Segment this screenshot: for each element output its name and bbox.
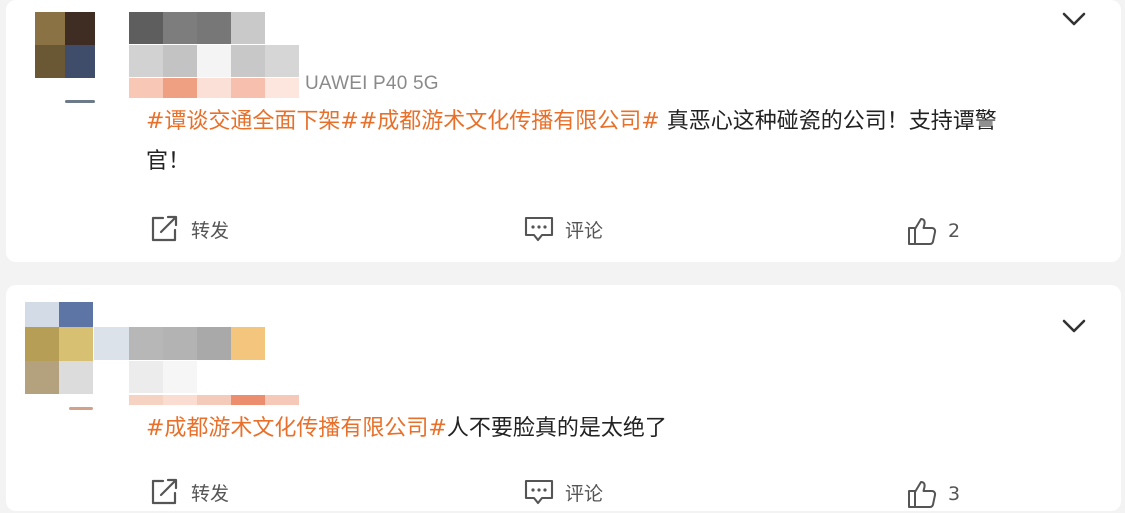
chevron-down-icon[interactable]	[1061, 317, 1087, 335]
username-blurred[interactable]	[129, 12, 309, 102]
repost-button[interactable]: 转发	[149, 477, 229, 507]
comment-card-1: UAWEI P40 5G #谭谈交通全面下架##成都游术文化传播有限公司# 真恶…	[6, 0, 1121, 262]
repost-button[interactable]: 转发	[149, 214, 229, 244]
comment-label: 评论	[565, 219, 604, 242]
thumb-up-icon	[908, 218, 937, 245]
comment-button[interactable]: 评论	[523, 214, 603, 244]
share-icon	[151, 215, 178, 242]
like-button[interactable]: 3	[906, 479, 960, 509]
thumb-up-icon	[908, 481, 937, 508]
like-count: 3	[948, 483, 961, 505]
username-blurred[interactable]	[94, 327, 304, 407]
comment-icon	[524, 216, 554, 242]
share-icon	[151, 478, 178, 505]
like-count: 2	[948, 220, 961, 242]
comment-body: #成都游术文化传播有限公司#人不要脸真的是太绝了	[146, 409, 1086, 449]
comment-icon	[524, 479, 554, 505]
avatar[interactable]	[25, 302, 100, 410]
repost-label: 转发	[191, 219, 230, 242]
device-label: UAWEI P40 5G	[305, 73, 439, 94]
topic-link[interactable]: #成都游术文化传播有限公司#	[359, 109, 660, 134]
repost-label: 转发	[191, 482, 230, 505]
comment-button[interactable]: 评论	[523, 477, 603, 507]
comment-text: 人不要脸真的是太绝了	[446, 416, 667, 441]
comment-body: #谭谈交通全面下架##成都游术文化传播有限公司# 真恶心这种碰瓷的公司！支持谭警…	[146, 102, 1086, 182]
comment-card-2: #成都游术文化传播有限公司#人不要脸真的是太绝了 转发 评论 3	[6, 285, 1121, 511]
like-button[interactable]: 2	[906, 216, 960, 246]
topic-link[interactable]: #谭谈交通全面下架#	[146, 109, 359, 134]
comment-label: 评论	[565, 482, 604, 505]
topic-link[interactable]: #成都游术文化传播有限公司#	[146, 416, 447, 441]
comment-text: 官！	[146, 149, 191, 174]
comment-text: 真恶心这种碰瓷的公司！支持谭警	[659, 109, 997, 134]
chevron-down-icon[interactable]	[1061, 10, 1087, 28]
avatar[interactable]	[35, 12, 95, 103]
